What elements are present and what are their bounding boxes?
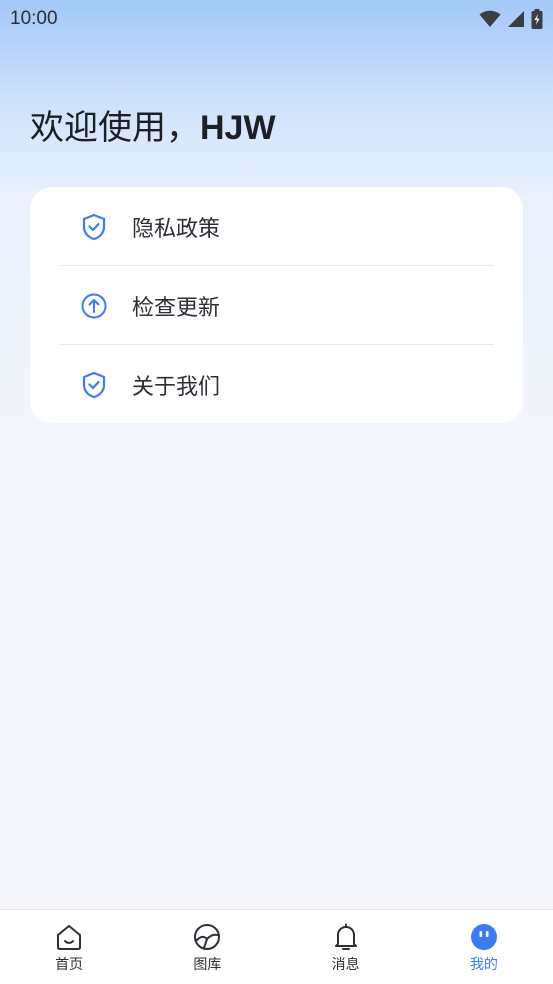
home-icon [54, 922, 84, 952]
status-icons [479, 9, 543, 29]
welcome-title: 欢迎使用，HJW [30, 100, 276, 149]
status-time: 10:00 [10, 8, 58, 29]
bottom-tab-bar: 首页 图库 消息 我的 [0, 909, 553, 984]
menu-item-check-update[interactable]: 检查更新 [30, 266, 523, 345]
arrow-up-circle-icon [80, 292, 108, 320]
tab-profile[interactable]: 我的 [415, 910, 553, 984]
shield-check-icon [80, 371, 108, 399]
menu-item-label: 检查更新 [132, 295, 221, 321]
gallery-icon [192, 922, 222, 952]
menu-item-label: 隐私政策 [132, 216, 221, 242]
welcome-greeting: 欢迎使用， [30, 108, 200, 148]
tab-label: 我的 [469, 957, 498, 973]
menu-item-about-us[interactable]: 关于我们 [30, 345, 523, 424]
cellular-signal-icon [508, 11, 524, 27]
settings-menu-card: 隐私政策 检查更新 关于我们 [30, 187, 523, 423]
tab-home[interactable]: 首页 [0, 910, 138, 984]
wifi-icon [479, 10, 501, 27]
welcome-username: HJW [200, 109, 276, 147]
tab-label: 消息 [331, 957, 360, 973]
tab-label: 首页 [55, 957, 84, 973]
tab-label: 图库 [193, 957, 222, 973]
status-bar: 10:00 [0, 0, 553, 38]
bell-icon [331, 922, 361, 952]
menu-item-privacy-policy[interactable]: 隐私政策 [30, 187, 523, 266]
battery-charging-icon [531, 9, 543, 29]
profile-icon [469, 922, 499, 952]
tab-gallery[interactable]: 图库 [138, 910, 276, 984]
shield-check-icon [80, 213, 108, 241]
tab-messages[interactable]: 消息 [277, 910, 415, 984]
menu-item-label: 关于我们 [132, 374, 221, 400]
